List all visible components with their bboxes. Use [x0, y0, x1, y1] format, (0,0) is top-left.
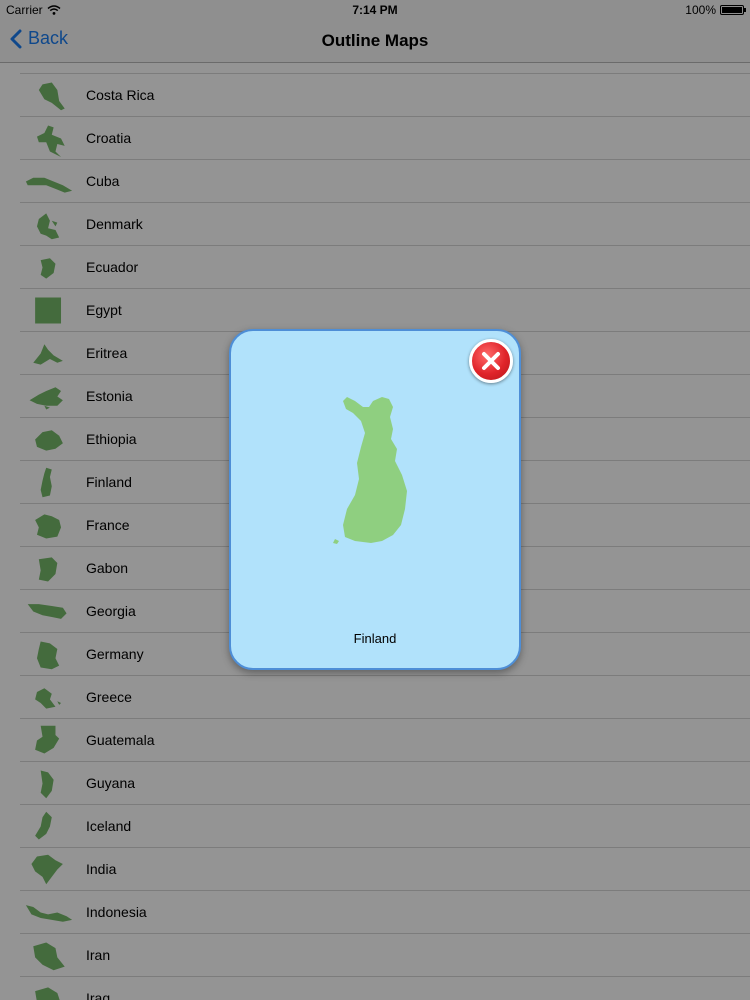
popup-country-label: Finland — [353, 631, 397, 646]
close-icon — [482, 352, 500, 370]
map-popup: Finland — [229, 329, 521, 670]
close-button[interactable] — [469, 339, 513, 383]
finland-map-outline — [333, 397, 407, 544]
